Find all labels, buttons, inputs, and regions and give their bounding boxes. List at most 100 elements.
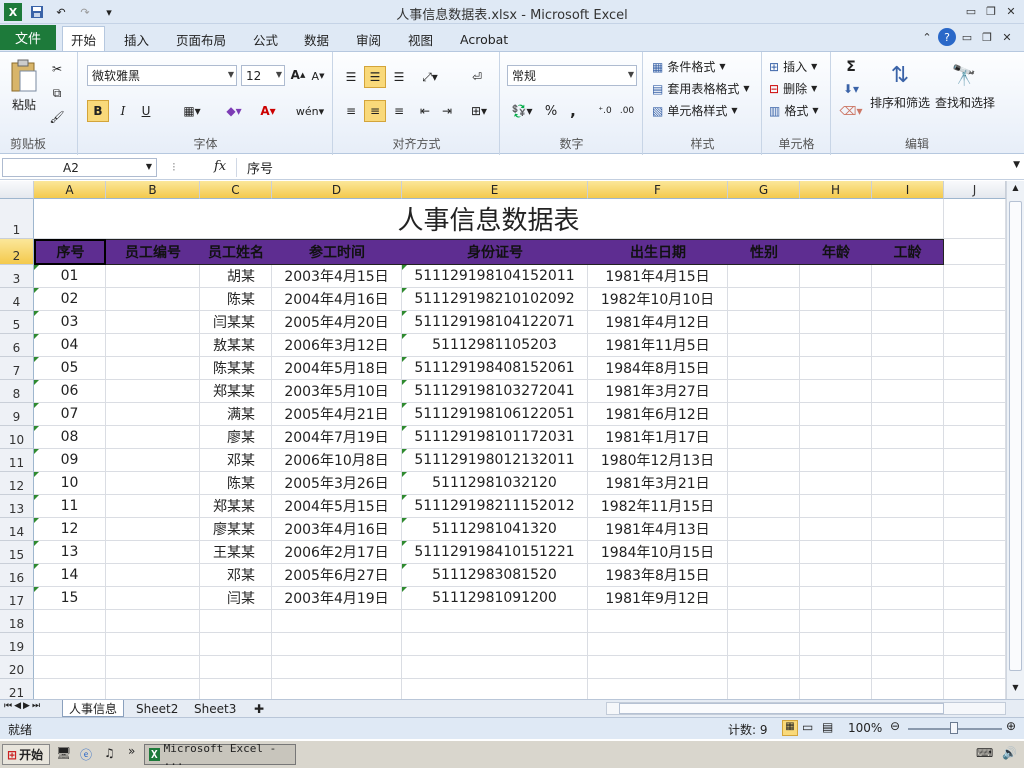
cell[interactable]	[944, 518, 1006, 541]
worksheet-grid[interactable]: ABCDEFGHIJ 1 2 3 4 5 6 7 8 9 10 11 12 13 14 15 16 17 18 19…	[0, 181, 1006, 699]
table-cell[interactable]	[106, 426, 200, 449]
header-cell[interactable]: 员工姓名	[200, 239, 272, 265]
cell[interactable]	[728, 656, 800, 679]
autosum-button[interactable]: Σ	[838, 58, 864, 76]
cell[interactable]	[944, 610, 1006, 633]
expand-formula-icon[interactable]: ▼	[1013, 160, 1020, 170]
table-cell[interactable]: 511129198101172031	[402, 426, 588, 449]
cell[interactable]	[728, 311, 800, 334]
more-icon[interactable]: »	[128, 744, 135, 758]
paste-button[interactable]: 粘贴	[4, 96, 44, 112]
header-cell[interactable]: 员工编号	[106, 239, 200, 265]
cell[interactable]	[588, 633, 728, 656]
cell[interactable]	[944, 564, 1006, 587]
column-header-c[interactable]: C	[200, 181, 272, 199]
table-cell[interactable]	[106, 288, 200, 311]
media-icon[interactable]: ♫	[104, 746, 115, 760]
table-cell[interactable]: 邓某	[200, 564, 272, 587]
table-cell[interactable]: 敖某某	[200, 334, 272, 357]
fill-icon[interactable]: ⬇▾	[838, 80, 864, 98]
comma-button[interactable]: ,	[565, 100, 581, 122]
table-cell[interactable]: 511129198104152011	[402, 265, 588, 288]
column-header-h[interactable]: H	[800, 181, 872, 199]
cell[interactable]	[944, 334, 1006, 357]
cell[interactable]	[872, 656, 944, 679]
clear-icon[interactable]: ⌫▾	[838, 102, 864, 120]
minimize-icon[interactable]: ▭	[962, 2, 980, 20]
table-cell[interactable]: 满某	[200, 403, 272, 426]
number-format-select[interactable]: 常规 ▼	[507, 65, 637, 86]
table-cell[interactable]: 2003年4月15日	[272, 265, 402, 288]
cell[interactable]	[872, 564, 944, 587]
conditional-format-button[interactable]: ▦ 条件格式 ▼	[652, 58, 726, 75]
doc-close-icon[interactable]: ✕	[998, 28, 1016, 46]
cell[interactable]	[800, 656, 872, 679]
column-header-f[interactable]: F	[588, 181, 728, 199]
table-cell[interactable]: 陈某某	[200, 357, 272, 380]
cell[interactable]	[34, 679, 106, 699]
font-color-icon[interactable]: A▾	[253, 100, 283, 122]
cell[interactable]	[728, 265, 800, 288]
format-cells-button[interactable]: ▥ 格式 ▼	[769, 102, 819, 119]
cell[interactable]	[272, 610, 402, 633]
scroll-down-icon[interactable]: ▼	[1009, 683, 1022, 697]
cell[interactable]	[944, 449, 1006, 472]
cell[interactable]	[34, 633, 106, 656]
currency-icon[interactable]: 💱▾	[507, 100, 537, 122]
insert-cells-button[interactable]: ⊞ 插入 ▼	[769, 58, 817, 75]
table-cell[interactable]: 1981年11月5日	[588, 334, 728, 357]
cell[interactable]	[872, 403, 944, 426]
cell[interactable]	[34, 610, 106, 633]
cell[interactable]	[800, 403, 872, 426]
table-cell[interactable]: 胡某	[200, 265, 272, 288]
cell[interactable]	[728, 564, 800, 587]
italic-button[interactable]: I	[112, 100, 134, 122]
vertical-scrollbar[interactable]: ▲ ▼	[1006, 181, 1024, 699]
cell-styles-button[interactable]: ▧ 单元格样式 ▼	[652, 102, 738, 119]
table-cell[interactable]	[106, 449, 200, 472]
header-cell[interactable]: 工龄	[872, 239, 944, 265]
table-cell[interactable]: 1981年4月12日	[588, 311, 728, 334]
table-cell[interactable]: 11	[34, 495, 106, 518]
cell[interactable]	[944, 633, 1006, 656]
table-cell[interactable]	[106, 472, 200, 495]
cell[interactable]	[402, 656, 588, 679]
table-cell[interactable]	[106, 541, 200, 564]
cell[interactable]	[872, 449, 944, 472]
sheet-tab[interactable]: Sheet3	[188, 700, 242, 717]
taskbar-excel-item[interactable]: X Microsoft Excel - ...	[144, 742, 296, 768]
paste-icon[interactable]	[6, 56, 42, 96]
column-header-g[interactable]: G	[728, 181, 800, 199]
cell[interactable]	[402, 633, 588, 656]
table-cell[interactable]: 2003年5月10日	[272, 380, 402, 403]
table-cell[interactable]: 1981年9月12日	[588, 587, 728, 610]
cell[interactable]	[728, 587, 800, 610]
cell[interactable]	[272, 633, 402, 656]
table-cell[interactable]: 51112981091200	[402, 587, 588, 610]
table-cell[interactable]: 1981年3月27日	[588, 380, 728, 403]
cell[interactable]	[944, 357, 1006, 380]
cell[interactable]	[588, 656, 728, 679]
bold-button[interactable]: B	[87, 100, 109, 122]
table-cell[interactable]: 邓某	[200, 449, 272, 472]
row-header-6[interactable]: 6	[0, 334, 34, 357]
sort-filter-icon[interactable]: ⇅	[882, 58, 918, 92]
horizontal-scrollbar[interactable]	[606, 702, 1006, 715]
cell[interactable]	[800, 357, 872, 380]
column-header-e[interactable]: E	[402, 181, 588, 199]
row-header-1[interactable]: 1	[0, 199, 34, 239]
header-cell[interactable]: 性别	[728, 239, 800, 265]
table-cell[interactable]: 07	[34, 403, 106, 426]
align-left-icon[interactable]: ≡	[340, 100, 362, 122]
row-header-2[interactable]: 2	[0, 239, 34, 265]
table-cell[interactable]: 2004年5月15日	[272, 495, 402, 518]
hscroll-thumb[interactable]	[619, 703, 944, 714]
percent-button[interactable]: %	[541, 100, 561, 122]
row-header-18[interactable]: 18	[0, 610, 34, 633]
zoom-level[interactable]: 100%	[848, 721, 882, 735]
doc-minimize-icon[interactable]: ▭	[958, 28, 976, 46]
table-cell[interactable]: 2006年10月8日	[272, 449, 402, 472]
cell[interactable]	[800, 265, 872, 288]
cell[interactable]	[872, 288, 944, 311]
table-cell[interactable]: 1983年8月15日	[588, 564, 728, 587]
